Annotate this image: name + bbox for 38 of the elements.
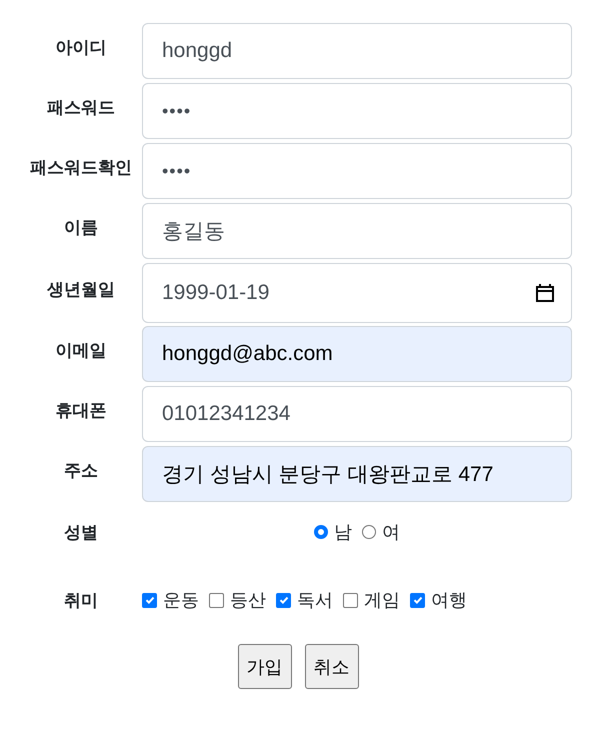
input-field[interactable]: •••• <box>142 83 572 139</box>
checkbox[interactable] <box>209 592 224 608</box>
field-label: 아이디 <box>54 36 108 58</box>
option-label: 여행 <box>431 589 467 612</box>
calendar-icon[interactable] <box>535 283 555 303</box>
option-label: 등산 <box>230 589 266 612</box>
option-label: 독서 <box>297 589 333 612</box>
input-field[interactable]: 경기 성남시 분당구 대왕판교로 477 <box>142 446 572 502</box>
radio-button[interactable] <box>362 525 376 539</box>
option-label: 운동 <box>163 589 199 612</box>
checkmark-icon <box>144 594 156 606</box>
field-label: 휴대폰 <box>54 400 108 422</box>
field-label: 생년월일 <box>46 278 116 300</box>
field-label: 패스워드확인 <box>29 156 133 178</box>
field-label: 이메일 <box>54 340 108 362</box>
input-field[interactable]: 01012341234 <box>142 386 572 442</box>
input-field[interactable]: •••• <box>142 143 572 199</box>
field-label: 성별 <box>63 522 99 544</box>
input-field[interactable]: 홍길동 <box>142 203 572 259</box>
option-label: 게임 <box>364 589 400 612</box>
field-label: 주소 <box>63 460 99 482</box>
option-label: 남 <box>334 521 352 544</box>
form-button[interactable]: 가입 <box>238 644 292 689</box>
checkbox[interactable] <box>343 592 358 608</box>
checkbox[interactable] <box>276 592 291 608</box>
checkmark-icon <box>278 594 290 606</box>
checkbox[interactable] <box>142 592 157 608</box>
input-field[interactable]: honggd <box>142 23 572 79</box>
option-label: 여 <box>382 521 400 544</box>
form-button[interactable]: 취소 <box>304 644 358 689</box>
checkbox[interactable] <box>410 592 425 608</box>
field-label: 이름 <box>63 216 99 238</box>
field-label: 취미 <box>63 590 99 612</box>
checkmark-icon <box>412 594 424 606</box>
input-field[interactable]: 1999-01-19 <box>142 263 572 323</box>
radio-button[interactable] <box>314 525 328 539</box>
field-label: 패스워드 <box>46 96 116 118</box>
input-field[interactable]: honggd@abc.com <box>142 326 572 382</box>
